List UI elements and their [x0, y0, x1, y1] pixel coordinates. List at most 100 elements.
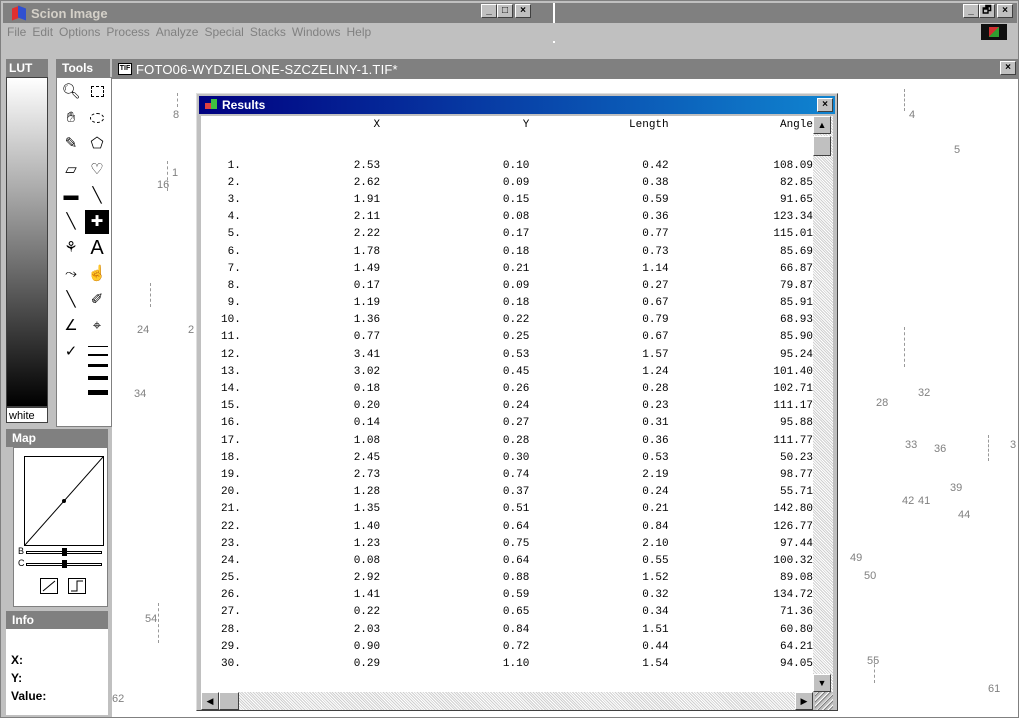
lut-panel-title[interactable]: LUT [6, 59, 48, 77]
map-panel-title[interactable]: Map [6, 429, 108, 447]
contrast-slider[interactable]: C [18, 558, 104, 568]
tools-panel-title[interactable]: Tools [56, 59, 110, 77]
scroll-left-icon[interactable]: ◀ [201, 692, 219, 710]
paint-bucket-icon[interactable]: ▬ [59, 184, 83, 208]
table-row[interactable]: 1. 2.53 0.10 0.42 108.09 [201, 157, 813, 174]
hscroll-thumb[interactable] [219, 692, 239, 710]
close-button[interactable]: × [515, 4, 531, 18]
spray-icon[interactable]: ⚘ [59, 236, 83, 260]
lut-gradient[interactable] [6, 77, 48, 407]
eraser-icon[interactable]: ▱ [59, 158, 83, 182]
pencil-icon[interactable]: ✎ [59, 132, 83, 156]
results-close-button[interactable]: × [817, 98, 833, 112]
table-row[interactable]: 21. 1.35 0.51 0.21 142.80 [201, 501, 813, 518]
map-threshold-button[interactable] [68, 578, 86, 594]
hand-icon[interactable]: ✋︎ [59, 106, 83, 130]
menu-edit[interactable]: Edit [32, 25, 59, 39]
menu-windows[interactable]: Windows [292, 25, 347, 39]
results-title-bar[interactable]: Results × [199, 96, 835, 114]
feature-label: 4 [909, 109, 916, 121]
table-row[interactable]: 9. 1.19 0.18 0.67 85.91 [201, 295, 813, 312]
table-row[interactable]: 22. 1.40 0.64 0.84 126.77 [201, 518, 813, 535]
scroll-right-icon[interactable]: ▶ [795, 692, 813, 710]
resize-grip-icon[interactable] [815, 692, 833, 710]
map-linear-button[interactable] [40, 578, 58, 594]
table-row[interactable]: 3. 1.91 0.15 0.59 91.65 [201, 191, 813, 208]
scroll-thumb[interactable] [813, 136, 831, 156]
table-row[interactable]: 28. 2.03 0.84 1.51 60.80 [201, 621, 813, 638]
image-close-button[interactable]: × [1000, 61, 1016, 75]
wand-icon[interactable]: ╲ [85, 184, 109, 208]
app-title-bar[interactable]: Scion Image _ □ × _ 🗗 × [3, 3, 1017, 23]
freehand-select-icon[interactable]: ♡ [85, 158, 109, 182]
text-icon[interactable]: A [85, 236, 109, 260]
rect-select-icon[interactable] [85, 80, 109, 104]
minimize-button[interactable]: _ [481, 4, 497, 18]
eyedropper-icon[interactable]: ✐ [85, 288, 109, 312]
menu-help[interactable]: Help [347, 25, 378, 39]
scroll-icon[interactable]: ⤳ [59, 262, 83, 286]
menu-special[interactable]: Special [204, 25, 249, 39]
table-row[interactable]: 6. 1.78 0.18 0.73 85.69 [201, 243, 813, 260]
menu-stacks[interactable]: Stacks [250, 25, 292, 39]
image-icon[interactable] [981, 24, 1007, 40]
table-row[interactable]: 29. 0.90 0.72 0.44 64.21 [201, 638, 813, 655]
menu-process[interactable]: Process [106, 25, 155, 39]
menu-analyze[interactable]: Analyze [156, 25, 205, 39]
table-row[interactable]: 16. 0.14 0.27 0.31 95.88 [201, 415, 813, 432]
table-row[interactable]: 27. 0.22 0.65 0.34 71.36 [201, 604, 813, 621]
crosshair-plus-icon[interactable]: ✚ [85, 210, 109, 234]
line-width-icon[interactable] [85, 340, 111, 416]
table-row[interactable]: 19. 2.73 0.74 2.19 98.77 [201, 466, 813, 483]
outer-restore-button[interactable]: 🗗 [979, 4, 995, 18]
cell-length: 0.21 [642, 503, 669, 516]
scroll-down-icon[interactable]: ▼ [813, 674, 831, 692]
table-row[interactable]: 30. 0.29 1.10 1.54 94.05 [201, 655, 813, 672]
angle-icon[interactable]: ╲ [59, 288, 83, 312]
outer-minimize-button[interactable]: _ [963, 4, 979, 18]
info-panel-title[interactable]: Info [6, 611, 108, 629]
map-curve[interactable] [24, 456, 104, 546]
check-icon[interactable]: ✓ [59, 340, 83, 364]
table-row[interactable]: 25. 2.92 0.88 1.52 89.08 [201, 570, 813, 587]
magnifier-icon[interactable]: 🔍︎ [59, 80, 83, 104]
menu-file[interactable]: File [7, 25, 32, 39]
table-row[interactable]: 4. 2.11 0.08 0.36 123.34 [201, 209, 813, 226]
cell-x: 0.22 [353, 606, 381, 619]
grabber-icon[interactable]: ☝ [85, 262, 109, 286]
oval-select-icon[interactable] [85, 106, 109, 130]
table-row[interactable]: 12. 3.41 0.53 1.57 95.24 [201, 346, 813, 363]
scroll-up-icon[interactable]: ▲ [813, 116, 831, 134]
table-row[interactable]: 17. 1.08 0.28 0.36 111.77 [201, 432, 813, 449]
menu-options[interactable]: Options [59, 25, 106, 39]
table-row[interactable]: 18. 2.45 0.30 0.53 50.23 [201, 449, 813, 466]
cell-angle: 98.77 [779, 468, 813, 481]
line-icon[interactable]: ╲ [59, 210, 83, 234]
table-row[interactable]: 8. 0.17 0.09 0.27 79.87 [201, 277, 813, 294]
results-horizontal-scrollbar[interactable]: ◀ ▶ [201, 692, 813, 710]
polygon-select-icon[interactable]: ⬠ [85, 132, 109, 156]
table-row[interactable]: 11. 0.77 0.25 0.67 85.90 [201, 329, 813, 346]
cell-length: 0.38 [642, 176, 669, 189]
table-row[interactable]: 20. 1.28 0.37 0.24 55.71 [201, 484, 813, 501]
outer-close-button[interactable]: × [997, 4, 1013, 18]
table-row[interactable]: 13. 3.02 0.45 1.24 101.40 [201, 363, 813, 380]
table-row[interactable]: 15. 0.20 0.24 0.23 111.17 [201, 398, 813, 415]
cell-y: 0.37 [502, 486, 530, 499]
table-row[interactable]: 23. 1.23 0.75 2.10 97.44 [201, 535, 813, 552]
point-icon[interactable]: ⌖ [85, 314, 109, 338]
brightness-slider[interactable]: B [18, 546, 104, 556]
table-row[interactable]: 14. 0.18 0.26 0.28 102.71 [201, 380, 813, 397]
image-window-title-bar[interactable]: TIF FOTO06-WYDZIELONE-SZCZELINY-1.TIF* × [112, 59, 1018, 79]
table-row[interactable]: 2. 2.62 0.09 0.38 82.85 [201, 174, 813, 191]
table-row[interactable]: 24. 0.08 0.64 0.55 100.32 [201, 552, 813, 569]
maximize-button[interactable]: □ [497, 4, 513, 18]
table-row[interactable]: 10. 1.36 0.22 0.79 68.93 [201, 312, 813, 329]
angle-measure-icon[interactable]: ∠ [59, 314, 83, 338]
table-row[interactable]: 26. 1.41 0.59 0.32 134.72 [201, 587, 813, 604]
results-vertical-scrollbar[interactable]: ▲ ▼ [813, 116, 833, 692]
cell-angle: 95.88 [779, 417, 813, 430]
table-row[interactable]: 7. 1.49 0.21 1.14 66.87 [201, 260, 813, 277]
table-row[interactable]: 5. 2.22 0.17 0.77 115.01 [201, 226, 813, 243]
cell-angle: 68.93 [779, 314, 813, 327]
